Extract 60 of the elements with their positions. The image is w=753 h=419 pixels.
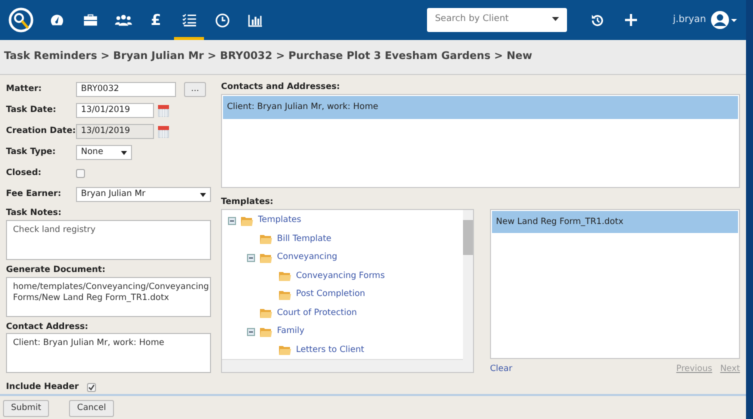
- task-type-dropdown[interactable]: None: [76, 145, 132, 160]
- dropdown-caret-icon: [200, 192, 206, 196]
- calendar-icon[interactable]: [158, 104, 169, 117]
- field-label: Task Date:: [6, 104, 58, 117]
- folder-icon: [260, 308, 272, 318]
- user-name[interactable]: j.bryan: [672, 12, 706, 28]
- field-label: Contact Address:: [6, 320, 90, 334]
- tree-item[interactable]: Conveyancing: [277, 251, 338, 264]
- tree-item[interactable]: Court of Protection: [277, 306, 357, 320]
- folder-icon: [260, 252, 272, 263]
- folder-icon: [241, 216, 253, 226]
- tree-item[interactable]: Conveyancing Forms: [296, 270, 385, 283]
- tree-item[interactable]: Letters to Client: [296, 344, 364, 357]
- folder-icon: [260, 326, 272, 337]
- user-avatar-icon[interactable]: [710, 10, 738, 30]
- collapse-icon[interactable]: [228, 216, 236, 225]
- folder-icon: [279, 290, 291, 300]
- dropdown-caret-icon: [552, 16, 559, 21]
- field-label: Include Header: [6, 381, 79, 394]
- collapse-icon[interactable]: [247, 328, 255, 336]
- collapse-icon[interactable]: [247, 254, 255, 262]
- date-field[interactable]: 13/01/2019: [76, 103, 154, 118]
- dropdown-caret-icon: [121, 150, 127, 154]
- field-label: Matter:: [6, 83, 43, 96]
- search-field[interactable]: Search by Client: [426, 8, 567, 32]
- fee-earner-dropdown[interactable]: Bryan Julian Mr: [76, 187, 211, 202]
- field-label: Fee Earner:: [6, 188, 62, 201]
- cancel-button[interactable]: Cancel: [69, 400, 114, 417]
- calendar-icon[interactable]: [158, 125, 169, 138]
- field-label: Generate Document:: [6, 264, 106, 276]
- task-notes-field[interactable]: Check land registry: [6, 220, 211, 260]
- field-label: Task Type:: [6, 146, 57, 159]
- folder-icon: [260, 234, 272, 244]
- pound-tab[interactable]: £: [141, 0, 171, 40]
- contact-address-field[interactable]: Client: Bryan Julian Mr, work: Home: [6, 333, 211, 374]
- submit-button[interactable]: Submit: [3, 400, 50, 417]
- date-field: 13/01/2019: [76, 124, 154, 139]
- contact-item[interactable]: Client: Bryan Julian Mr, work: Home: [223, 96, 738, 118]
- folder-icon: [279, 271, 291, 282]
- browse-button[interactable]: ...: [184, 82, 206, 97]
- tree-item[interactable]: Bill Template: [277, 232, 332, 246]
- vertical-scrollbar[interactable]: [463, 210, 473, 360]
- section-label: Contacts and Addresses:: [221, 81, 341, 94]
- tree-item[interactable]: Family: [277, 325, 304, 338]
- folder-icon: [279, 345, 291, 356]
- horizontal-scrollbar[interactable]: [222, 358, 473, 372]
- field-label: Task Notes:: [6, 207, 62, 220]
- tree-item[interactable]: Post Completion: [296, 288, 366, 302]
- checkbox[interactable]: [86, 383, 96, 392]
- document-path-field[interactable]: home/templates/Conveyancing/Conveyancing Forms/New Land Reg Form_TR1.dotx: [6, 276, 211, 316]
- field-label: Closed:: [6, 167, 42, 180]
- section-label: Templates:: [221, 196, 274, 208]
- matter-field[interactable]: BRY0032: [76, 82, 176, 97]
- breadcrumb: Task Reminders > Bryan Julian Mr > BRY0032 > Purchase Plot 3 Evesham Gardens > New: [4, 49, 532, 64]
- checkbox[interactable]: [76, 169, 85, 178]
- file-item[interactable]: New Land Reg Form_TR1.dotx: [492, 210, 738, 234]
- field-label: Creation Date:: [6, 125, 76, 138]
- logo-icon[interactable]: [8, 7, 34, 33]
- tree-item[interactable]: Templates: [258, 214, 302, 228]
- clear-link[interactable]: Clear: [490, 362, 512, 376]
